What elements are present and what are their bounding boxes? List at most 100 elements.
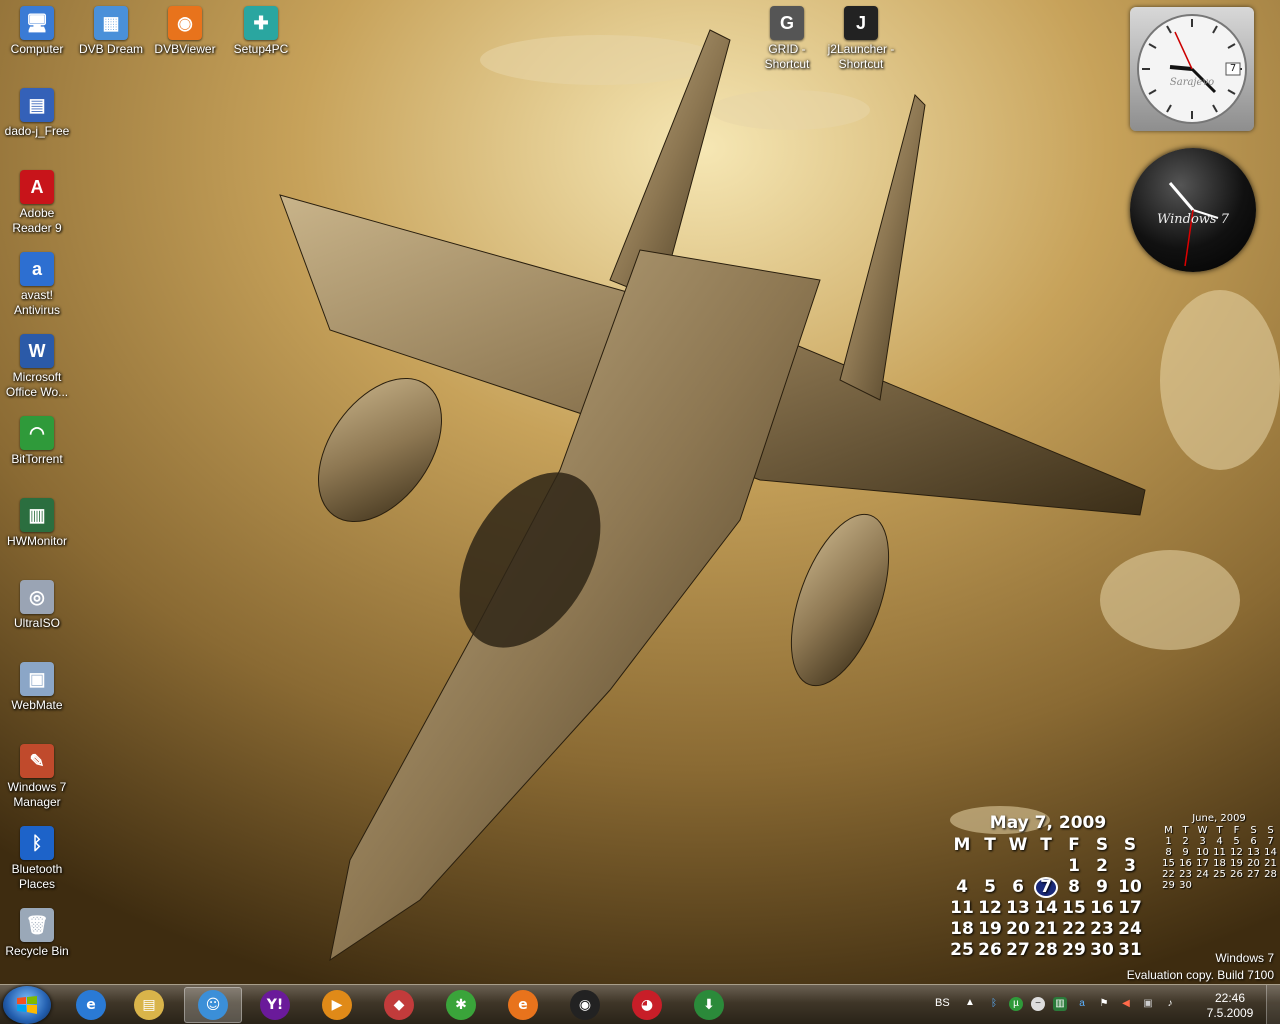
language-indicator[interactable]: BS [935, 997, 950, 1009]
calendar-day[interactable]: 27 [1245, 869, 1262, 880]
network-tray-icon[interactable]: ▣ [1141, 997, 1155, 1011]
calendar-day[interactable]: 29 [1160, 880, 1177, 891]
desktop-icon-computer[interactable]: 🖥 Computer [0, 6, 74, 57]
taskbar-button-internet-explorer[interactable]: e [62, 987, 120, 1023]
desktop-icon-dvbviewer[interactable]: ◉ DVBViewer [148, 6, 222, 57]
action-center-flag-icon[interactable]: ⚑ [1097, 997, 1111, 1011]
calendar-day[interactable]: 11 [948, 898, 976, 919]
desktop-icon-bittorrent[interactable]: ◠ BitTorrent [0, 416, 74, 467]
calendar-day[interactable]: 5 [1228, 836, 1245, 847]
calendar-day[interactable]: 4 [1211, 836, 1228, 847]
calendar-day[interactable]: 25 [948, 940, 976, 961]
calendar-day[interactable]: 19 [976, 919, 1004, 940]
taskbar-button-download-app[interactable]: ⬇ [680, 987, 738, 1023]
calendar-day[interactable]: 13 [1245, 847, 1262, 858]
calendar-day[interactable]: 20 [1245, 858, 1262, 869]
taskbar-button-windows-explorer[interactable]: ▤ [120, 987, 178, 1023]
calendar-day[interactable]: 28 [1032, 940, 1060, 961]
status-tray-icon[interactable]: − [1031, 997, 1045, 1011]
calendar-day[interactable]: 30 [1088, 940, 1116, 961]
desktop-icon-grid[interactable]: G GRID - Shortcut [750, 6, 824, 72]
calendar-day[interactable]: 15 [1160, 858, 1177, 869]
clock-gadget-windows7[interactable]: Windows 7 [1130, 148, 1256, 272]
calendar-day[interactable]: 10 [1194, 847, 1211, 858]
calendar-day[interactable]: 13 [1004, 898, 1032, 919]
calendar-day[interactable]: 1 [1160, 836, 1177, 847]
desktop-icon-webmate[interactable]: ▣ WebMate [0, 662, 74, 713]
calendar-day[interactable]: 2 [1177, 836, 1194, 847]
calendar-day[interactable]: 5 [976, 877, 1004, 898]
calendar-day[interactable]: 29 [1060, 940, 1088, 961]
calendar-day[interactable]: 9 [1088, 877, 1116, 898]
calendar-day[interactable]: 2 [1088, 856, 1116, 877]
calendar-day[interactable]: 21 [1262, 858, 1279, 869]
calendar-day[interactable]: 14 [1262, 847, 1279, 858]
avast-tray-icon[interactable]: a [1075, 997, 1089, 1011]
calendar-day[interactable]: 11 [1211, 847, 1228, 858]
calendar-day[interactable]: 16 [1177, 858, 1194, 869]
calendar-day[interactable]: 27 [1004, 940, 1032, 961]
calendar-day[interactable]: 24 [1194, 869, 1211, 880]
taskbar-button-network-app[interactable]: ✱ [432, 987, 490, 1023]
taskbar-button-browser-e[interactable]: e [494, 987, 552, 1023]
calendar-day[interactable]: 6 [1004, 877, 1032, 898]
hwmonitor-tray-icon[interactable]: ▥ [1053, 997, 1067, 1011]
calendar-day[interactable]: 26 [1228, 869, 1245, 880]
calendar-day[interactable]: 8 [1060, 877, 1088, 898]
calendar-day[interactable]: 1 [1060, 856, 1088, 877]
speaker-icon[interactable]: ♪ [1163, 997, 1177, 1011]
desktop-icon-dado-j[interactable]: ▤ dado-j_Free [0, 88, 74, 139]
calendar-day[interactable]: 18 [1211, 858, 1228, 869]
utorrent-tray-icon[interactable]: µ [1009, 997, 1023, 1011]
taskbar-button-messenger[interactable]: ☺ [184, 987, 242, 1023]
calendar-day[interactable]: 25 [1211, 869, 1228, 880]
calendar-day[interactable]: 10 [1116, 877, 1144, 898]
calendar-day[interactable]: 7 [1262, 836, 1279, 847]
calendar-day[interactable]: 17 [1116, 898, 1144, 919]
calendar-day[interactable]: 6 [1245, 836, 1262, 847]
desktop-icon-setup4pc[interactable]: ✚ Setup4PC [224, 6, 298, 57]
desktop-icon-ultraiso[interactable]: ◎ UltraISO [0, 580, 74, 631]
taskbar-button-red-app[interactable]: ◕ [618, 987, 676, 1023]
desktop-icon-dvb-dream[interactable]: ▦ DVB Dream [74, 6, 148, 57]
calendar-day[interactable]: 28 [1262, 869, 1279, 880]
calendar-gadget-next-month[interactable]: June, 2009 M T W T F S S 1 2 3 4 5 6 7 8 9 10 11 12 13 14 15 1… [1160, 813, 1278, 891]
calendar-day[interactable]: 24 [1116, 919, 1144, 940]
desktop-icon-recycle-bin[interactable]: 🗑 Recycle Bin [0, 908, 74, 959]
volume-muted-icon[interactable]: ◀ [1119, 997, 1133, 1011]
calendar-day[interactable]: 3 [1194, 836, 1211, 847]
calendar-day[interactable]: 16 [1088, 898, 1116, 919]
taskbar-button-media-center[interactable]: ◉ [556, 987, 614, 1023]
calendar-day[interactable]: 12 [1228, 847, 1245, 858]
calendar-day[interactable]: 21 [1032, 919, 1060, 940]
taskbar-button-yahoo-messenger[interactable]: Y! [246, 987, 304, 1023]
calendar-day[interactable]: 19 [1228, 858, 1245, 869]
start-button[interactable] [3, 986, 51, 1024]
desktop-icon-avast[interactable]: a avast! Antivirus [0, 252, 74, 318]
desktop-icon-windows7-manager[interactable]: ✎ Windows 7 Manager [0, 744, 74, 810]
desktop-icon-j2launcher[interactable]: J j2Launcher - Shortcut [824, 6, 898, 72]
calendar-day[interactable]: 30 [1177, 880, 1194, 891]
calendar-day[interactable]: 4 [948, 877, 976, 898]
calendar-day[interactable]: 9 [1177, 847, 1194, 858]
calendar-day[interactable]: 8 [1160, 847, 1177, 858]
calendar-day[interactable]: 23 [1177, 869, 1194, 880]
desktop-icon-bluetooth[interactable]: ᛒ Bluetooth Places [0, 826, 74, 892]
calendar-day[interactable]: 14 [1032, 898, 1060, 919]
desktop-icon-adobe-reader[interactable]: A Adobe Reader 9 [0, 170, 74, 236]
calendar-day[interactable]: 15 [1060, 898, 1088, 919]
calendar-day[interactable]: 18 [948, 919, 976, 940]
bluetooth-tray-icon[interactable]: ᛒ [987, 997, 1001, 1011]
calendar-day[interactable]: 12 [976, 898, 1004, 919]
calendar-day[interactable]: 20 [1004, 919, 1032, 940]
desktop-icon-word[interactable]: W Microsoft Office Wo... [0, 334, 74, 400]
calendar-day[interactable]: 22 [1160, 869, 1177, 880]
show-desktop-button[interactable] [1266, 985, 1280, 1024]
calendar-day[interactable]: 23 [1088, 919, 1116, 940]
show-hidden-icons-button[interactable]: ▲ [965, 997, 975, 1008]
calendar-day[interactable]: 26 [976, 940, 1004, 961]
calendar-day[interactable]: 22 [1060, 919, 1088, 940]
calendar-gadget-main[interactable]: May 7, 2009 M T W T F S S 1 2 3 4 5 6 7 8 9 10 11 12 13 14 15… [948, 813, 1148, 961]
calendar-day-today[interactable]: 7 [1034, 877, 1058, 898]
calendar-day[interactable]: 3 [1116, 856, 1144, 877]
